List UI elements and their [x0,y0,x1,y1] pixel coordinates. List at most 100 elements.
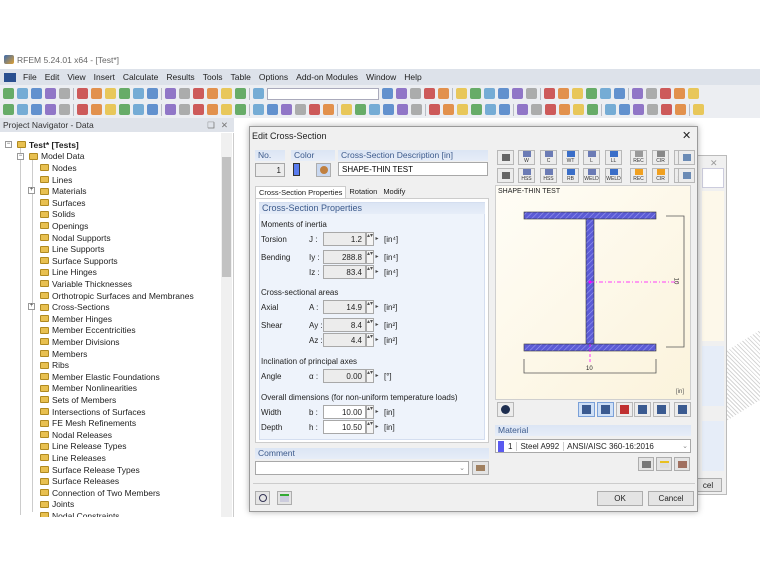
toolbar-tool-icon[interactable] [675,104,686,115]
toolbar-tool-icon[interactable] [498,88,509,99]
arrow-right-icon[interactable]: ▸ [374,265,380,279]
toolbar-tool-icon[interactable] [91,88,102,99]
tree-item[interactable]: Joints [40,499,74,511]
section-type-button[interactable]: RB [562,168,579,183]
toolbar-tool-icon[interactable] [484,88,495,99]
toolbar-tool-icon[interactable] [295,104,306,115]
info-button[interactable] [497,402,514,417]
toolbar-tool-icon[interactable] [457,104,468,115]
toolbar-tool-icon[interactable] [179,88,190,99]
tree-item[interactable]: Materials [40,185,86,197]
expand-toggle[interactable]: + [28,303,35,311]
toolbar-tool-icon[interactable] [341,104,352,115]
section-type-button[interactable]: W [518,150,535,165]
menu-table[interactable]: Table [227,72,255,82]
toolbar-tool-icon[interactable] [443,104,454,115]
menu-add-on-modules[interactable]: Add-on Modules [292,72,362,82]
toolbar-tool-icon[interactable] [235,104,246,115]
toolbar-tool-icon[interactable] [470,88,481,99]
tab-cross-section-properties[interactable]: Cross-Section Properties [255,186,347,198]
toolbar-tool-icon[interactable] [267,104,278,115]
toolbar-tool-icon[interactable] [600,88,611,99]
section-type-button[interactable] [497,168,514,183]
toolbar-tool-icon[interactable] [17,104,28,115]
toolbar-tool-icon[interactable] [3,88,14,99]
toolbar-tool-icon[interactable] [531,104,542,115]
edit-material-button[interactable] [674,457,690,471]
tree-item[interactable]: Line Release Types [40,441,127,453]
toolbar-tool-icon[interactable] [17,88,28,99]
menu-edit[interactable]: Edit [41,72,64,82]
no-field[interactable]: 1 [255,163,285,177]
toolbar-tool-icon[interactable] [147,104,158,115]
menu-results[interactable]: Results [162,72,198,82]
toolbar-tool-icon[interactable] [614,88,625,99]
section-type-button[interactable]: HSS [518,168,535,183]
close-icon[interactable]: ✕ [682,129,691,142]
app-menu-icon[interactable] [4,72,16,82]
tree-item[interactable]: Cross-Sections [40,301,110,313]
property-value-field[interactable]: 10.00 [323,405,366,419]
toolbar-tool-icon[interactable] [31,104,42,115]
tree-item[interactable]: Member Divisions [40,336,120,348]
tab-rotation[interactable]: Rotation [346,186,380,198]
property-value-field[interactable]: 0.00 [323,369,366,383]
section-type-button[interactable]: WELD [583,168,600,183]
toolbar-tool-icon[interactable] [105,104,116,115]
tree-item[interactable]: Member Elastic Foundations [40,371,160,383]
arrow-right-icon[interactable]: ▸ [374,300,380,314]
tree-model-data[interactable]: Model Data [29,151,84,163]
tab-modify[interactable]: Modify [380,186,408,198]
toolbar-tool-icon[interactable] [545,104,556,115]
property-value-field[interactable]: 4.4 [323,333,366,347]
help-button[interactable] [255,491,270,505]
tree-item[interactable]: Surface Release Types [40,464,140,476]
tree-item[interactable]: Nodes [40,162,77,174]
tree-item[interactable]: Nodal Supports [40,232,111,244]
toolbar-tool-icon[interactable] [369,104,380,115]
toolbar-tool-icon[interactable] [133,104,144,115]
units-button[interactable] [277,491,292,505]
tree-item[interactable]: Surface Releases [40,475,119,487]
toolbar-tool-icon[interactable] [660,88,671,99]
toolbar-combobox[interactable] [267,87,379,100]
description-input[interactable] [338,162,488,176]
toolbar-tool-icon[interactable] [253,104,264,115]
toolbar-tool-icon[interactable] [323,104,334,115]
menu-options[interactable]: Options [255,72,292,82]
cancel-button[interactable]: Cancel [648,491,694,506]
tree-item[interactable]: Nodal Constraints [40,510,120,517]
expand-toggle[interactable]: + [28,187,35,195]
spinner-icon[interactable]: ▴▾ [366,232,374,246]
toolbar-tool-icon[interactable] [31,88,42,99]
toolbar-tool-icon[interactable] [587,104,598,115]
property-value-field[interactable]: 14.9 [323,300,366,314]
toolbar-tool-icon[interactable] [77,88,88,99]
toolbar-tool-icon[interactable] [526,88,537,99]
toolbar-tool-icon[interactable] [45,88,56,99]
spinner-icon[interactable]: ▴▾ [366,420,374,434]
spinner-icon[interactable]: ▴▾ [366,300,374,314]
arrow-right-icon[interactable]: ▸ [374,333,380,347]
toolbar-tool-icon[interactable] [410,88,421,99]
toolbar-tool-icon[interactable] [573,104,584,115]
section-type-button[interactable]: CIR [652,150,669,165]
toolbar-tool-icon[interactable] [207,88,218,99]
menu-file[interactable]: File [19,72,41,82]
toolbar-tool-icon[interactable] [471,104,482,115]
tree-item[interactable]: Solids [40,209,75,221]
toolbar-tool-icon[interactable] [572,88,583,99]
color-picker-button[interactable] [316,163,331,177]
comment-library-button[interactable] [472,461,489,475]
toolbar-tool-icon[interactable] [59,88,70,99]
toolbar-tool-icon[interactable] [605,104,616,115]
toolbar-tool-icon[interactable] [424,88,435,99]
arrow-right-icon[interactable]: ▸ [374,250,380,264]
toolbar-tool-icon[interactable] [586,88,597,99]
property-value-field[interactable]: 1.2 [323,232,366,246]
material-combobox[interactable]: 1 Steel A992 ANSI/AISC 360-16:2016 ⌄ [495,439,691,453]
arrow-right-icon[interactable]: ▸ [374,420,380,434]
toolbar-tool-icon[interactable] [456,88,467,99]
toolbar-tool-icon[interactable] [165,88,176,99]
toolbar-tool-icon[interactable] [281,104,292,115]
